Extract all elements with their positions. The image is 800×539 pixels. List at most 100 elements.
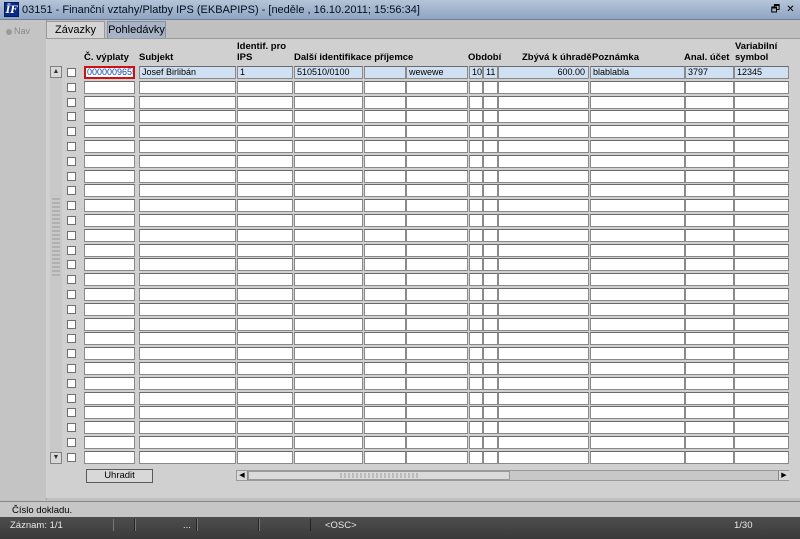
empty-cell[interactable] [139,140,236,153]
empty-cell[interactable] [237,95,293,109]
scroll-up-icon[interactable]: ▲ [50,66,62,78]
empty-cell[interactable] [294,243,363,257]
empty-cell[interactable] [237,199,293,213]
empty-cell[interactable] [483,450,498,464]
empty-cell[interactable] [294,450,363,464]
empty-cell[interactable] [483,169,498,183]
empty-cell[interactable] [590,362,685,375]
empty-cell[interactable] [139,228,236,242]
empty-cell[interactable] [139,214,236,227]
cell-poznamka[interactable]: blablabla [590,66,685,79]
empty-cell[interactable] [498,228,589,242]
empty-cell[interactable] [294,154,363,168]
empty-cell[interactable] [139,125,236,139]
close-window-icon[interactable]: ✕ [785,4,796,15]
empty-cell[interactable] [406,332,468,346]
empty-cell[interactable] [237,317,293,331]
row-checkbox[interactable] [67,260,76,270]
empty-cell[interactable] [483,125,498,139]
empty-cell[interactable] [685,243,734,257]
empty-cell[interactable] [590,95,685,109]
empty-cell[interactable] [237,214,293,227]
empty-cell[interactable] [406,110,468,124]
empty-cell[interactable] [237,243,293,257]
empty-cell[interactable] [406,436,468,449]
empty-cell[interactable] [483,258,498,272]
cell-dalsi-3[interactable]: wewewe [406,66,468,79]
uhradit-button[interactable]: Uhradit [86,469,153,483]
empty-cell[interactable] [294,228,363,242]
empty-cell[interactable] [364,421,406,435]
empty-cell[interactable] [406,273,468,287]
empty-cell[interactable] [294,169,363,183]
empty-cell[interactable] [139,362,236,375]
scroll-right-icon[interactable]: ▶ [778,471,789,480]
empty-cell[interactable] [406,228,468,242]
empty-cell[interactable] [734,406,789,420]
empty-cell[interactable] [685,169,734,183]
empty-cell[interactable] [498,184,589,198]
empty-cell[interactable] [406,362,468,375]
empty-cell[interactable] [237,228,293,242]
empty-cell[interactable] [734,376,789,390]
empty-cell[interactable] [685,288,734,301]
empty-cell[interactable] [734,140,789,153]
empty-cell[interactable] [139,184,236,198]
empty-cell[interactable] [406,317,468,331]
row-checkbox[interactable] [67,97,76,107]
nav-button[interactable]: Nav [6,26,30,36]
empty-cell[interactable] [406,169,468,183]
empty-cell[interactable] [406,154,468,168]
empty-cell[interactable] [483,406,498,420]
empty-cell[interactable] [590,228,685,242]
empty-cell[interactable] [237,302,293,316]
empty-cell[interactable] [498,169,589,183]
vertical-scroll-thumb[interactable] [52,196,60,276]
empty-cell[interactable] [294,140,363,153]
empty-cell[interactable] [294,332,363,346]
empty-cell[interactable] [734,332,789,346]
empty-cell[interactable] [406,347,468,361]
empty-cell[interactable] [734,125,789,139]
empty-cell[interactable] [84,302,135,316]
empty-cell[interactable] [139,391,236,405]
empty-cell[interactable] [483,288,498,301]
empty-cell[interactable] [590,125,685,139]
empty-cell[interactable] [590,436,685,449]
empty-cell[interactable] [84,228,135,242]
empty-cell[interactable] [84,214,135,227]
empty-cell[interactable] [734,80,789,94]
empty-cell[interactable] [483,154,498,168]
row-checkbox[interactable] [67,452,76,462]
empty-cell[interactable] [734,302,789,316]
empty-cell[interactable] [364,125,406,139]
empty-cell[interactable] [294,199,363,213]
empty-cell[interactable] [734,214,789,227]
cell-anal-ucet[interactable]: 3797 [685,66,734,79]
empty-cell[interactable] [237,80,293,94]
empty-cell[interactable] [498,214,589,227]
row-checkbox[interactable] [67,423,76,433]
empty-cell[interactable] [498,317,589,331]
empty-cell[interactable] [237,169,293,183]
row-checkbox[interactable] [67,290,76,299]
empty-cell[interactable] [685,391,734,405]
scroll-left-icon[interactable]: ◀ [237,471,248,480]
empty-cell[interactable] [469,436,483,449]
empty-cell[interactable] [498,450,589,464]
empty-cell[interactable] [734,169,789,183]
empty-cell[interactable] [469,347,483,361]
empty-cell[interactable] [237,184,293,198]
empty-cell[interactable] [139,95,236,109]
empty-cell[interactable] [139,110,236,124]
empty-cell[interactable] [84,273,135,287]
empty-cell[interactable] [469,125,483,139]
empty-cell[interactable] [294,273,363,287]
empty-cell[interactable] [364,362,406,375]
empty-cell[interactable] [685,95,734,109]
row-checkbox[interactable] [67,171,76,181]
empty-cell[interactable] [590,376,685,390]
empty-cell[interactable] [84,332,135,346]
row-checkbox[interactable] [67,230,76,240]
empty-cell[interactable] [84,169,135,183]
